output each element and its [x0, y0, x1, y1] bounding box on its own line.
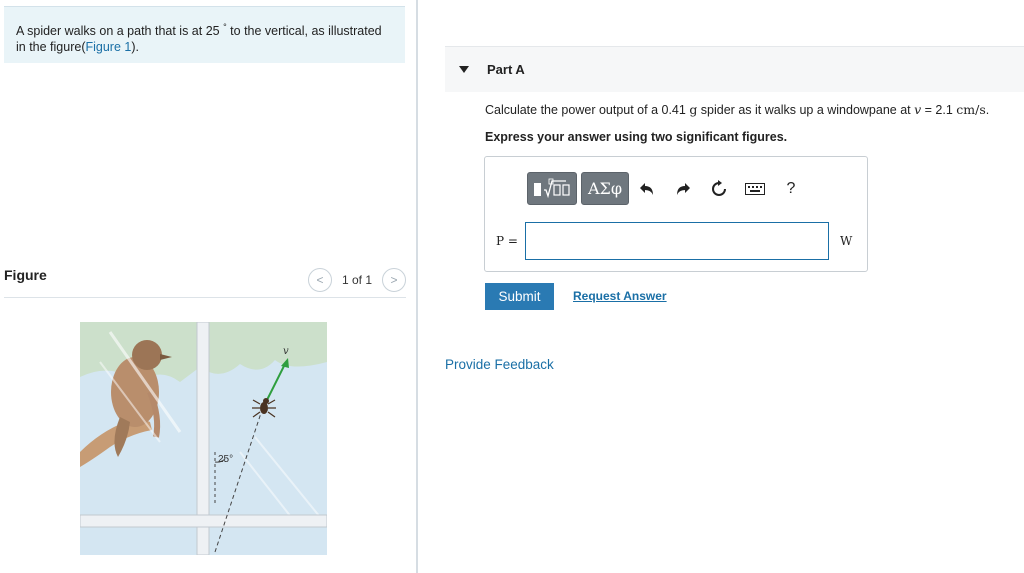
templates-button[interactable]	[527, 172, 577, 205]
math-toolbar: ΑΣφ ?	[527, 172, 809, 205]
collapse-caret-icon[interactable]	[459, 66, 469, 73]
greek-symbols-button[interactable]: ΑΣφ	[581, 172, 629, 205]
previous-figure-button[interactable]: <	[307, 268, 332, 292]
undo-icon	[640, 182, 653, 195]
figure-header: Figure < 1 of 1 >	[4, 266, 406, 298]
instruction-text: Express your answer using two significan…	[485, 130, 788, 144]
answer-box: ΑΣφ ? P = W	[484, 156, 868, 272]
angle-label: 25°	[218, 454, 233, 465]
request-answer-link[interactable]: Request Answer	[573, 289, 667, 303]
problem-intro: A spider walks on a path that is at 25 °…	[4, 6, 405, 63]
answer-input[interactable]	[525, 222, 829, 260]
answer-unit-label: W	[840, 234, 853, 248]
question-text: Calculate the power output of a 0.41 g s…	[485, 102, 990, 117]
figure-link[interactable]: Figure 1	[85, 40, 131, 54]
redo-button[interactable]	[665, 172, 701, 205]
keyboard-button[interactable]	[737, 172, 773, 205]
bird-head	[132, 340, 162, 370]
keyboard-icon	[745, 182, 765, 195]
left-pane: A spider walks on a path that is at 25 °…	[0, 0, 418, 573]
reset-button[interactable]	[701, 172, 737, 205]
velocity-label: v	[283, 346, 289, 357]
undo-button[interactable]	[629, 172, 665, 205]
help-button[interactable]: ?	[773, 172, 809, 205]
provide-feedback-link[interactable]: Provide Feedback	[445, 357, 554, 372]
spider-head	[263, 398, 269, 404]
next-figure-button[interactable]: >	[382, 268, 406, 292]
spider-window-figure: 25° v	[80, 322, 327, 555]
templates-icon	[534, 178, 570, 198]
answer-variable-label: P =	[496, 234, 518, 248]
figure-pager: < 1 of 1 >	[307, 268, 406, 292]
submit-button[interactable]: Submit	[485, 283, 554, 310]
right-pane: Part A Calculate the power output of a 0…	[420, 0, 1024, 573]
pager-count: 1 of 1	[341, 273, 372, 287]
intro-text: A spider walks on a path that is at 25 °…	[16, 22, 382, 55]
figure-title: Figure	[4, 267, 47, 283]
reset-icon	[712, 179, 726, 196]
redo-icon	[677, 182, 690, 195]
figure-illustration: 25° v	[80, 322, 327, 555]
part-title: Part A	[487, 62, 525, 77]
window-mullion-horizontal	[80, 514, 327, 528]
part-a-header[interactable]: Part A	[445, 46, 1024, 92]
